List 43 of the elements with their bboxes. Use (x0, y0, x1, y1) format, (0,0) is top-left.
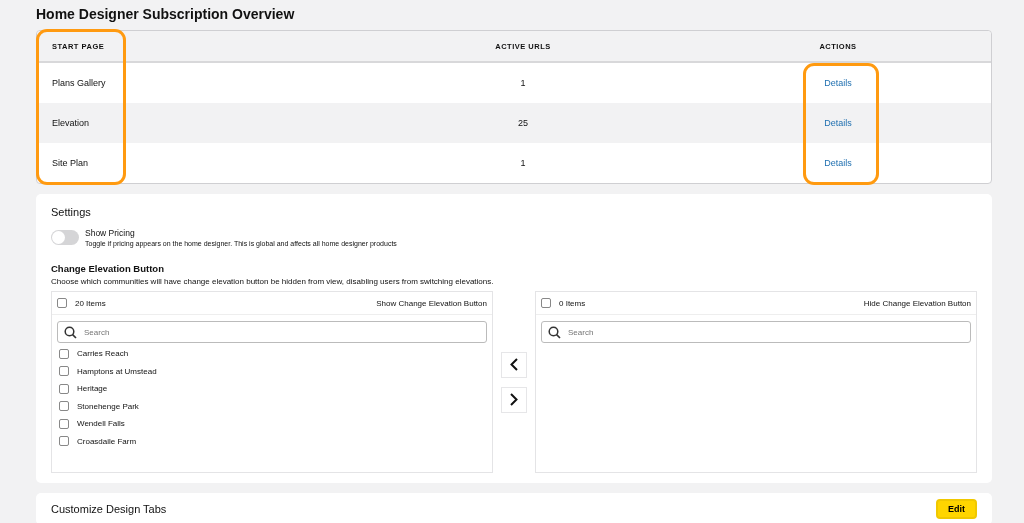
chevron-left-icon (510, 358, 518, 371)
checkbox[interactable] (59, 401, 69, 412)
section-title: Settings (51, 206, 92, 218)
search-field[interactable]: Search (57, 321, 487, 343)
search-field[interactable]: Search (541, 321, 971, 343)
table-cell: Plans Gallery (52, 78, 106, 88)
list-item[interactable]: Heritage (52, 380, 492, 398)
table-cell: Site Plan (52, 158, 89, 168)
page-title: Home Designer Subscription Overview (36, 6, 296, 22)
edit-button[interactable]: Edit (936, 499, 977, 519)
subsection-title: Change Elevation Button (51, 263, 165, 274)
details-link[interactable]: Details (824, 158, 852, 168)
item-count: 0 Items (559, 298, 586, 308)
section-title: Customize Design Tabs (51, 503, 167, 515)
checkbox[interactable] (59, 366, 69, 377)
chevron-right-icon (510, 393, 518, 406)
toggle-label: Show Pricing (85, 228, 136, 238)
subsection-description: Choose which communities will have change elevation button be hidden from view, disabling users from switching elevations. (51, 277, 495, 286)
checkbox[interactable] (59, 348, 69, 359)
checkbox[interactable] (57, 298, 67, 308)
table-cell: 1 (520, 78, 526, 88)
checkbox[interactable] (59, 418, 69, 429)
checkbox[interactable] (59, 436, 69, 447)
search-icon (64, 326, 77, 339)
list-item[interactable]: Hamptons at Umstead (52, 362, 492, 380)
move-left-button[interactable] (501, 351, 527, 378)
table-cell: Elevation (52, 118, 90, 128)
checkbox[interactable] (541, 298, 551, 308)
toggle-switch[interactable] (51, 230, 79, 245)
list-title: Hide Change Elevation Button (863, 298, 971, 308)
list-title: Show Change Elevation Button (376, 298, 487, 308)
table-cell: 25 (518, 118, 528, 128)
list-item[interactable]: Stonehenge Park (52, 397, 492, 415)
list-item[interactable]: Croasdaile Farm (52, 432, 492, 450)
details-link[interactable]: Details (824, 78, 852, 88)
table-cell: 1 (520, 158, 526, 168)
details-link[interactable]: Details (824, 118, 852, 128)
checkbox[interactable] (59, 383, 69, 394)
item-count: 20 Items (75, 298, 106, 308)
move-right-button[interactable] (501, 386, 527, 413)
search-icon (548, 326, 561, 339)
list-item[interactable]: Carries Reach (52, 345, 492, 363)
list-item[interactable]: Wendell Falls (52, 415, 492, 433)
